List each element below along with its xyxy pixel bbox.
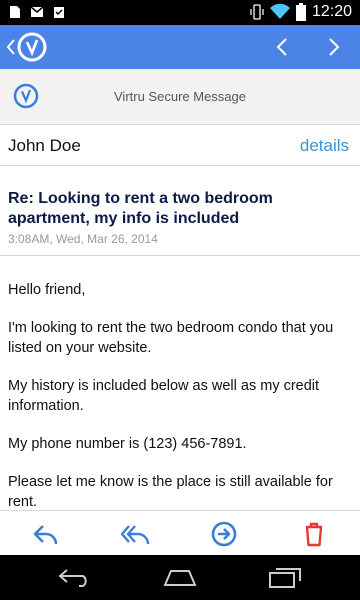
clipboard-check-icon <box>54 7 64 18</box>
banner-title: Virtru Secure Message <box>114 89 246 104</box>
divider <box>0 255 360 256</box>
wifi-icon <box>269 4 290 19</box>
forward-icon <box>211 521 237 547</box>
delete-button[interactable] <box>300 520 328 548</box>
reply-all-icon <box>120 525 150 545</box>
body-paragraph: My phone number is (123) 456-7891. <box>8 436 247 452</box>
home-icon <box>163 570 197 586</box>
gmail-icon <box>30 6 44 17</box>
app-logo-button[interactable] <box>6 31 48 63</box>
vibrate-icon <box>250 4 264 20</box>
message-body: Hello friend, I'm looking to rent the tw… <box>8 280 352 530</box>
trash-icon <box>305 522 323 547</box>
next-message-button[interactable] <box>320 33 348 61</box>
message-date: 3:08AM, Wed, Mar 26, 2014 <box>8 232 158 246</box>
app-bar <box>0 25 360 69</box>
message-action-bar <box>0 510 360 556</box>
back-icon <box>58 569 87 587</box>
battery-icon <box>295 3 306 21</box>
reply-icon <box>33 525 58 545</box>
reply-button[interactable] <box>32 520 60 548</box>
body-paragraph: Hello friend, <box>8 282 86 298</box>
up-caret-icon <box>6 39 15 55</box>
forward-button[interactable] <box>210 520 238 548</box>
body-paragraph: My history is included below as well as … <box>8 378 320 414</box>
clock: 12:20 <box>311 3 352 20</box>
body-paragraph: Please let me know is the place is still… <box>8 474 333 510</box>
details-link[interactable]: details <box>300 136 349 156</box>
chevron-right-icon <box>329 38 340 56</box>
body-paragraph: I'm looking to rent the two bedroom cond… <box>8 320 334 356</box>
system-recents-button[interactable] <box>268 567 302 594</box>
virtru-logo-icon <box>17 32 47 62</box>
sender-name: John Doe <box>8 136 81 155</box>
sim-icon <box>10 6 20 18</box>
system-home-button[interactable] <box>162 567 198 592</box>
sender-row: John Doe details <box>0 125 360 166</box>
previous-message-button[interactable] <box>268 33 296 61</box>
status-bar: 12:20 <box>0 0 360 25</box>
secure-message-banner: Virtru Secure Message <box>0 69 360 125</box>
reply-all-button[interactable] <box>120 520 150 548</box>
chevron-left-icon <box>276 38 287 56</box>
message-subject: Re: Looking to rent a two bedroom apartm… <box>8 190 273 227</box>
system-nav-bar <box>0 555 360 600</box>
system-back-button[interactable] <box>58 567 92 592</box>
recents-icon <box>269 568 301 588</box>
